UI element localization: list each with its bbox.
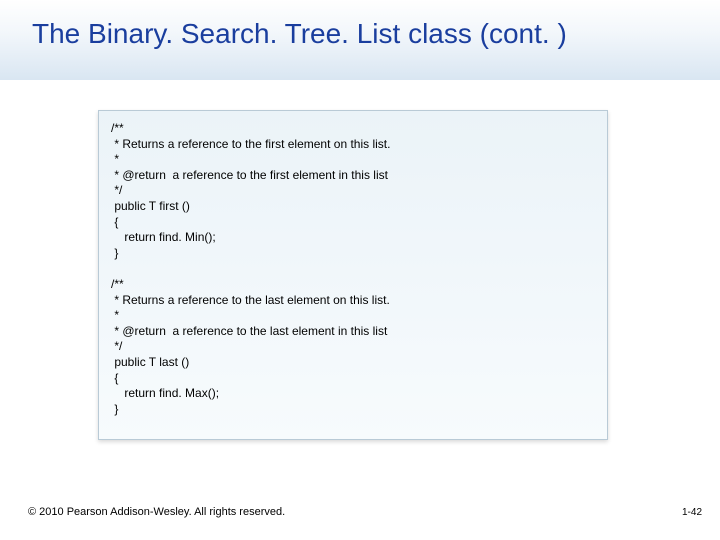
page-number: 1-42 — [682, 507, 702, 518]
code-content: /** * Returns a reference to the first e… — [111, 121, 595, 417]
slide: The Binary. Search. Tree. List class (co… — [0, 0, 720, 540]
slide-title: The Binary. Search. Tree. List class (co… — [32, 18, 567, 50]
code-box: /** * Returns a reference to the first e… — [98, 110, 608, 440]
copyright-footer: © 2010 Pearson Addison-Wesley. All right… — [28, 506, 285, 518]
